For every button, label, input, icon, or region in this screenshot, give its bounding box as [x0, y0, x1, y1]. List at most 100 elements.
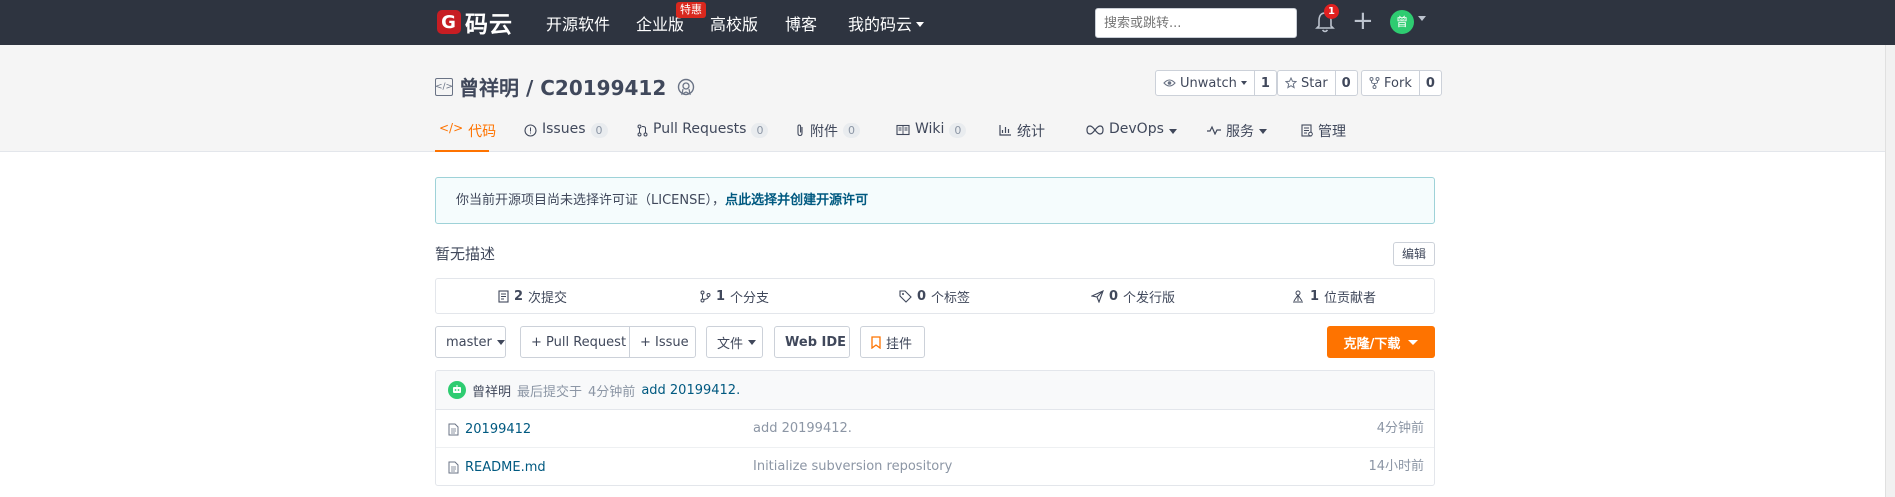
table-row: README.md Initialize subversion reposito… [436, 448, 1434, 485]
star-count[interactable]: 0 [1336, 71, 1357, 95]
tab-pull-requests[interactable]: Pull Requests 0 [637, 118, 769, 152]
tab-attachments[interactable]: 附件 0 [795, 118, 860, 152]
tab-issues-label: Issues [542, 121, 586, 137]
notification-count: 1 [1324, 4, 1339, 19]
contributors-icon [1293, 290, 1303, 302]
branch-select[interactable]: master [435, 326, 506, 358]
chart-icon [999, 125, 1011, 136]
commit-time: 4分钟前 [588, 384, 636, 400]
stat-releases[interactable]: 0 个发行版 [1091, 279, 1175, 313]
logo[interactable]: G 码云 [437, 8, 513, 38]
chevron-down-icon [1408, 339, 1419, 345]
nav-university[interactable]: 高校版 [710, 11, 758, 35]
stat-commits[interactable]: 2 次提交 [498, 279, 567, 313]
star-button[interactable]: Star [1278, 71, 1336, 95]
tab-statistics[interactable]: 统计 [999, 118, 1045, 152]
stat-releases-count: 0 [1109, 288, 1119, 304]
tab-devops-label: DevOps [1109, 121, 1164, 137]
pulse-icon [1207, 125, 1221, 135]
stat-tags-count: 0 [917, 288, 927, 304]
stat-contributors-count: 1 [1310, 288, 1320, 304]
tab-devops[interactable]: DevOps [1086, 118, 1177, 152]
clone-download-label: 克隆/下载 [1343, 336, 1401, 352]
stat-contributors-label: 位贡献者 [1324, 290, 1377, 306]
tab-issues-count: 0 [590, 123, 608, 138]
recommend-badge-icon[interactable] [676, 77, 696, 97]
web-ide-button[interactable]: Web IDE [774, 326, 850, 358]
commit-author[interactable]: 曾祥明 [472, 381, 511, 400]
chevron-down-icon [748, 339, 757, 345]
file-commit-time: 14小时前 [1368, 459, 1424, 474]
new-pull-request-button[interactable]: + Pull Request [520, 326, 630, 358]
chevron-down-icon[interactable] [1418, 16, 1426, 21]
commit-prefix: 最后提交于 [517, 384, 583, 400]
commit-message-link[interactable]: add 20199412. [641, 383, 740, 398]
tag-icon [899, 289, 912, 303]
stat-tags-label: 个标签 [931, 290, 971, 306]
watch-label: Unwatch [1180, 75, 1237, 91]
nav-blog[interactable]: 博客 [785, 11, 817, 35]
tab-services[interactable]: 服务 [1207, 118, 1267, 152]
stat-tags[interactable]: 0 个标签 [899, 279, 970, 313]
chevron-down-icon [1240, 81, 1247, 85]
file-name: 20199412 [465, 421, 532, 437]
hot-badge: 特惠 [676, 2, 706, 18]
stat-branches[interactable]: 1 个分支 [700, 279, 769, 313]
pull-request-icon [637, 124, 648, 137]
tab-manage[interactable]: 管理 [1301, 118, 1346, 152]
widget-button[interactable]: 挂件 [860, 326, 925, 358]
fork-button[interactable]: Fork [1362, 71, 1420, 95]
stat-releases-label: 个发行版 [1123, 290, 1176, 306]
clone-download-button[interactable]: 克隆/下载 [1327, 326, 1435, 358]
tab-pull-requests-label: Pull Requests [653, 121, 747, 137]
tab-code[interactable]: </> 代码 [435, 118, 496, 152]
repo-description: 暂无描述 [435, 245, 496, 263]
settings-icon [1301, 124, 1313, 137]
table-row: 20199412 add 20199412. 4分钟前 [436, 410, 1434, 448]
file-commit-message[interactable]: Initialize subversion repository [753, 448, 952, 485]
license-notice: 你当前开源项目尚未选择许可证（LICENSE），点此选择并创建开源许可 [435, 177, 1435, 224]
issue-icon [524, 124, 537, 137]
file-commit-message[interactable]: add 20199412. [753, 410, 852, 448]
avatar[interactable]: 曾 [1390, 10, 1414, 34]
attachment-icon [797, 124, 803, 137]
tab-code-label: 代码 [468, 124, 497, 140]
commit-author-avatar[interactable] [448, 381, 466, 399]
fork-label: Fork [1384, 75, 1412, 91]
nav-my-gitee[interactable]: 我的码云 [848, 11, 925, 35]
watch-count[interactable]: 1 [1255, 71, 1276, 95]
search-input[interactable] [1095, 8, 1297, 38]
tab-pull-requests-count: 0 [751, 123, 769, 138]
watch-button[interactable]: Unwatch [1156, 71, 1255, 95]
file-table: 曾祥明 最后提交于 4分钟前 add 20199412. 20199412 ad… [435, 370, 1435, 486]
repo-stats-bar: 2 次提交 1 个分支 0 个标签 0 个发行版 1 位贡献者 [435, 278, 1435, 314]
fork-button-group: Fork 0 [1361, 70, 1442, 96]
stat-contributors[interactable]: 1 位贡献者 [1291, 279, 1376, 313]
tab-services-label: 服务 [1226, 124, 1254, 140]
tab-wiki[interactable]: Wiki 0 [896, 118, 967, 152]
stat-commits-label: 次提交 [528, 290, 568, 306]
nav-open-source[interactable]: 开源软件 [546, 11, 610, 35]
logo-mark: G [437, 10, 461, 34]
edit-description-button[interactable]: 编辑 [1393, 242, 1435, 266]
file-menu-button[interactable]: 文件 [706, 326, 763, 358]
plus-icon[interactable]: + [1352, 6, 1374, 36]
chevron-down-icon [496, 339, 505, 345]
tab-issues[interactable]: Issues 0 [524, 118, 608, 152]
license-create-link[interactable]: 点此选择并创建开源许可 [725, 193, 868, 208]
tab-wiki-label: Wiki [915, 121, 945, 137]
stat-commits-count: 2 [514, 288, 524, 304]
star-icon [1285, 77, 1297, 89]
widget-label: 挂件 [886, 336, 913, 352]
file-icon [448, 423, 459, 435]
fork-count[interactable]: 0 [1420, 71, 1441, 95]
scrollbar[interactable] [1885, 45, 1895, 497]
bookmark-icon [871, 335, 881, 349]
license-notice-text: 你当前开源项目尚未选择许可证（LICENSE）， [456, 193, 726, 208]
latest-commit-row: 曾祥明 最后提交于 4分钟前 add 20199412. [436, 371, 1434, 410]
watch-button-group: Unwatch 1 [1155, 70, 1277, 96]
repo-name[interactable]: 曾祥明 / C20199412 [459, 72, 666, 101]
file-name-link[interactable]: 20199412 [448, 410, 531, 448]
file-name-link[interactable]: README.md [448, 448, 546, 485]
new-issue-button[interactable]: + Issue [629, 326, 696, 358]
